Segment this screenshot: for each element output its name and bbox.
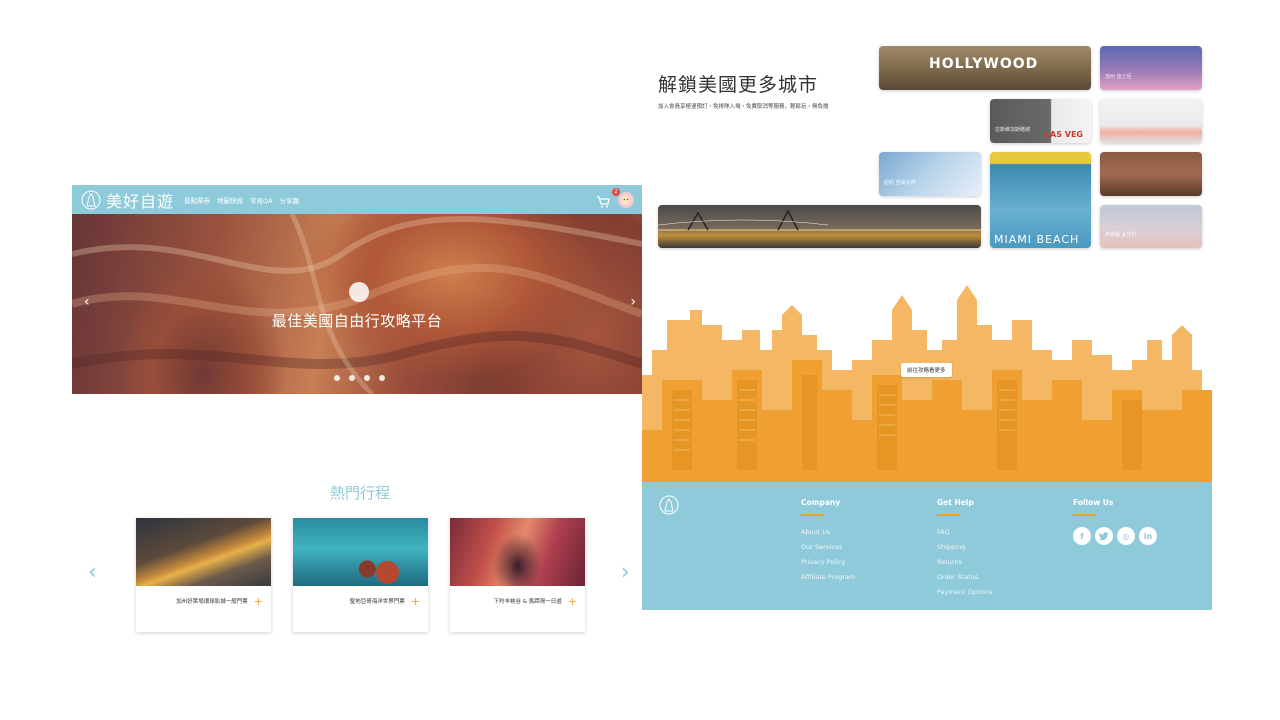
statue-of-liberty-logo-icon[interactable] xyxy=(80,189,102,211)
hero-dot-1[interactable] xyxy=(334,375,340,381)
cart-icon xyxy=(597,195,610,207)
footer-logo-icon[interactable] xyxy=(658,494,680,516)
twitter-icon[interactable] xyxy=(1095,527,1113,545)
unlock-cities-title: 解鎖美國更多城市 xyxy=(658,74,819,96)
city-skyline-illustration xyxy=(642,285,1212,485)
antelope-canyon-image xyxy=(450,518,585,586)
hero-prev-arrow[interactable]: ‹ xyxy=(84,294,90,310)
city-tile-sanfrancisco[interactable] xyxy=(658,205,981,248)
bay-bridge-silhouette xyxy=(658,209,981,231)
footer-divider xyxy=(801,514,823,516)
compass-icon xyxy=(349,282,369,302)
city-tile-chicago[interactable] xyxy=(1100,152,1202,196)
add-trip-button[interactable]: + xyxy=(411,595,420,608)
trip-info: 下羚羊峽谷 & 馬蹄灣一日遊 + xyxy=(450,586,585,616)
city-tile-lasvegas[interactable]: 拉斯維加斯賭城 LAS VEG xyxy=(990,99,1091,143)
add-trip-button[interactable]: + xyxy=(568,595,577,608)
twitter-bird-glyph xyxy=(1099,531,1109,540)
footer-link-payment[interactable]: Payment Options xyxy=(937,588,993,596)
hollywood-sign-text: HOLLYWOOD xyxy=(929,56,1039,72)
nav-item-share[interactable]: 分享趣 xyxy=(280,195,300,205)
logo-text[interactable]: 美好自遊 xyxy=(106,188,174,212)
city-tile-miami[interactable]: MIAMI BEACH xyxy=(990,152,1091,248)
footer-follow-title: Follow Us xyxy=(1073,498,1114,507)
trip-card[interactable]: 下羚羊峽谷 & 馬蹄灣一日遊 + xyxy=(450,518,585,632)
nav-actions: 2 xyxy=(596,187,634,208)
trip-card[interactable]: 加州好萊塢環球影城一般門票 + xyxy=(136,518,271,632)
city-tile-hollywood[interactable]: HOLLYWOOD xyxy=(879,46,1091,90)
city-label: 紐約 自由女神 xyxy=(884,180,916,186)
city-tile-candy[interactable] xyxy=(1100,99,1202,143)
guide-more-button[interactable]: 前往攻略看更多 xyxy=(901,363,952,377)
footer-link-services[interactable]: Our Services xyxy=(801,543,842,551)
nav-item-map[interactable]: 地圖快搜 xyxy=(217,195,243,205)
trip-name: 聖地亞哥海洋世界門票 xyxy=(349,599,405,605)
avatar-face-icon xyxy=(621,194,631,205)
footer-link-privacy[interactable]: Privacy Policy xyxy=(801,558,845,566)
trip-info: 加州好萊塢環球影城一般門票 + xyxy=(136,586,271,616)
nav-item-tickets[interactable]: 景點票券 xyxy=(184,195,210,205)
trips-prev-arrow[interactable]: ‹ xyxy=(88,560,97,585)
popular-trips-title: 熱門行程 xyxy=(329,484,390,502)
city-tile-seattle[interactable]: 西雅圖 太空針 xyxy=(1100,205,1202,248)
footer-divider xyxy=(937,514,959,516)
unlock-cities-subtitle: 加入會員享極速預訂・免排隊入場・免費取消等服務，輕鬆玩・無負擔 xyxy=(658,104,829,110)
city-tile-disney[interactable]: 加州 迪士尼 xyxy=(1100,46,1202,90)
footer-link-faq[interactable]: FAQ xyxy=(937,528,950,536)
miami-beach-text: MIAMI BEACH xyxy=(994,233,1080,246)
linkedin-icon[interactable]: in xyxy=(1139,527,1157,545)
las-vegas-sign-text: LAS VEG xyxy=(1044,130,1083,139)
footer-link-about[interactable]: About Us xyxy=(801,528,830,536)
city-tile-nyc[interactable]: 紐約 自由女神 xyxy=(879,152,981,196)
footer-link-order-status[interactable]: Order Status xyxy=(937,573,978,581)
footer-company-title: Company xyxy=(801,498,841,507)
top-navbar: 美好自遊 景點票券 地圖快搜 常見QA 分享趣 2 xyxy=(72,185,642,214)
hero-title: 最佳美國自由行攻略平台 xyxy=(271,312,443,330)
footer-gethelp-title: Get Help xyxy=(937,498,974,507)
trip-name: 加州好萊塢環球影城一般門票 xyxy=(176,599,248,605)
trips-next-arrow[interactable]: › xyxy=(621,560,630,585)
footer-divider xyxy=(1073,514,1095,516)
trip-card[interactable]: 聖地亞哥海洋世界門票 + xyxy=(293,518,428,632)
hero-dot-2[interactable] xyxy=(349,375,355,381)
universal-studios-image xyxy=(136,518,271,586)
footer-link-returns[interactable]: Returns xyxy=(937,558,962,566)
hero-banner: 最佳美國自由行攻略平台 ‹ › xyxy=(72,214,642,394)
instagram-icon[interactable]: ◎ xyxy=(1117,527,1135,545)
footer: Company About Us Our Services Privacy Po… xyxy=(642,482,1212,610)
hero-next-arrow[interactable]: › xyxy=(630,294,636,310)
city-label: 西雅圖 太空針 xyxy=(1105,232,1137,238)
hero-dot-4[interactable] xyxy=(379,375,385,381)
footer-link-shipping[interactable]: Shipping xyxy=(937,543,965,551)
facebook-icon[interactable]: f xyxy=(1073,527,1091,545)
trip-name: 下羚羊峽谷 & 馬蹄灣一日遊 xyxy=(493,599,562,605)
city-label: 加州 迪士尼 xyxy=(1105,74,1132,80)
hero-dot-3[interactable] xyxy=(364,375,370,381)
seaworld-image xyxy=(293,518,428,586)
cart-count-badge: 2 xyxy=(612,187,620,196)
hero-overlay xyxy=(72,214,642,394)
nav-item-faq[interactable]: 常見QA xyxy=(250,195,273,205)
footer-link-affiliate[interactable]: Affiliate Program xyxy=(801,573,855,581)
trip-info: 聖地亞哥海洋世界門票 + xyxy=(293,586,428,616)
city-label: 拉斯維加斯賭城 xyxy=(995,127,1031,133)
cart-button[interactable]: 2 xyxy=(596,187,620,207)
add-trip-button[interactable]: + xyxy=(254,595,263,608)
hero-pagination xyxy=(334,375,385,381)
user-avatar[interactable] xyxy=(618,191,634,208)
